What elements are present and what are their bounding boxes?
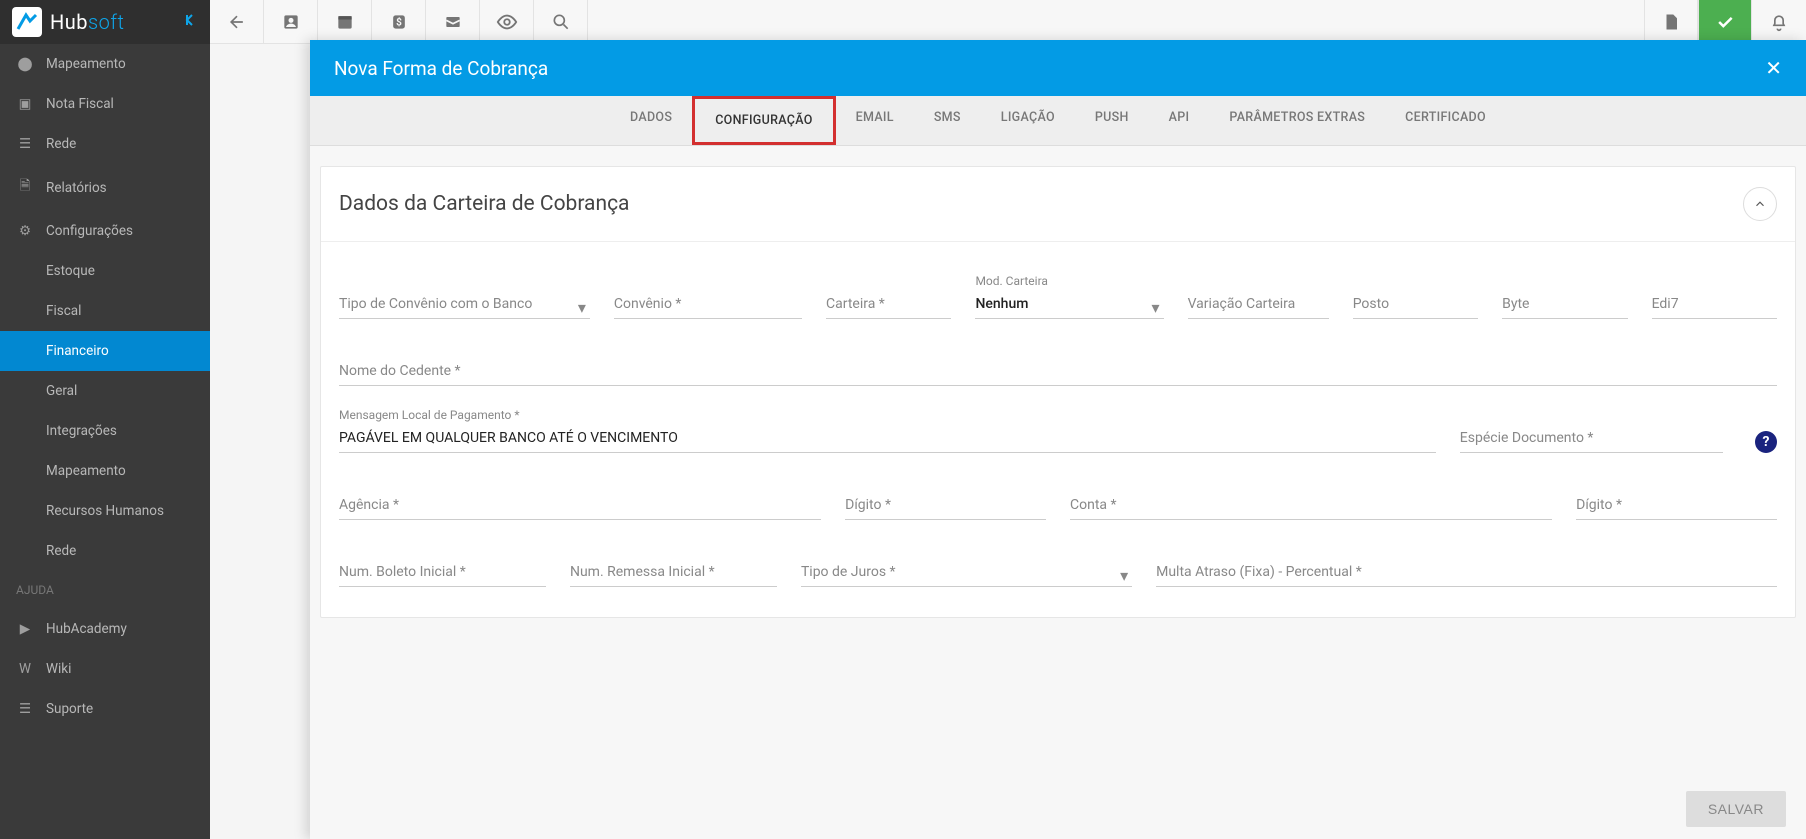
convenio-input[interactable]: Convênio * [614,290,802,319]
modal-container: Nova Forma de Cobrança ✕ DADOS CONFIGURA… [310,40,1806,839]
sidebar-item-configuracoes[interactable]: ⚙Configurações [0,211,210,251]
money-icon[interactable]: $ [372,0,426,44]
num-remessa-inicial-input[interactable]: Num. Remessa Inicial * [570,558,777,587]
variacao-carteira-input[interactable]: Variação Carteira [1188,290,1329,319]
tab-ligacao[interactable]: LIGAÇÃO [981,96,1075,145]
panel-body: Tipo de Convênio com o Banco ▾ Convênio … [321,242,1795,617]
agencia-input[interactable]: Agência * [339,491,821,520]
tab-email[interactable]: EMAIL [836,96,914,145]
sidebar-nav: ⬤Mapeamento ▣Nota Fiscal ☰Rede 🗎Relatóri… [0,44,210,839]
back-button[interactable] [210,0,264,44]
tab-dados[interactable]: DADOS [610,96,692,145]
tipo-convenio-select[interactable]: Tipo de Convênio com o Banco ▾ [339,290,590,319]
sidebar-item-relatorios[interactable]: 🗎Relatórios [0,164,210,211]
close-icon[interactable]: ✕ [1765,56,1782,80]
tab-push[interactable]: PUSH [1075,96,1149,145]
sidebar-item-rede-2[interactable]: Rede [0,531,210,571]
sidebar-item-rede[interactable]: ☰Rede [0,124,210,164]
byte-input[interactable]: Byte [1502,290,1627,319]
sidebar-item-financeiro[interactable]: Financeiro [0,331,210,371]
edi7-input[interactable]: Edi7 [1652,290,1777,319]
support-icon: ☰ [16,701,34,717]
modal-title: Nova Forma de Cobrança [334,57,548,80]
pdf-icon[interactable] [1644,0,1698,44]
save-button[interactable]: SALVAR [1686,791,1786,827]
digito-conta-input[interactable]: Dígito * [1576,491,1777,520]
tab-certificado[interactable]: CERTIFICADO [1385,96,1506,145]
help-icon[interactable]: ? [1755,431,1777,453]
sidebar-section-ajuda: AJUDA [0,571,210,609]
bars-icon: ☰ [16,136,34,152]
file-icon: ▣ [16,96,34,112]
wiki-icon: W [16,661,34,677]
mod-carteira-label: Mod. Carteira [975,274,1048,288]
num-boleto-inicial-input[interactable]: Num. Boleto Inicial * [339,558,546,587]
panel-title: Dados da Carteira de Cobrança [339,192,629,216]
tab-sms[interactable]: SMS [914,96,981,145]
sidebar-item-wiki[interactable]: WWiki [0,649,210,689]
gear-icon: ⚙ [16,223,34,239]
conta-input[interactable]: Conta * [1070,491,1552,520]
sidebar-item-recursos[interactable]: Recursos Humanos [0,491,210,531]
posto-input[interactable]: Posto [1353,290,1478,319]
mensagem-local-pagamento-input[interactable]: Mensagem Local de Pagamento * PAGÁVEL EM… [339,424,1436,453]
digito-agencia-input[interactable]: Dígito * [845,491,1046,520]
inbox-icon[interactable] [426,0,480,44]
sidebar-item-nota-fiscal[interactable]: ▣Nota Fiscal [0,84,210,124]
collapse-panel-button[interactable] [1743,187,1777,221]
sidebar-item-fiscal[interactable]: Fiscal [0,291,210,331]
search-icon[interactable] [534,0,588,44]
calendar-icon[interactable] [318,0,372,44]
sidebar-item-estoque[interactable]: Estoque [0,251,210,291]
eye-icon[interactable] [480,0,534,44]
sidebar-collapse-icon[interactable] [182,12,198,32]
mod-carteira-select[interactable]: Mod. Carteira Nenhum ▾ [975,290,1163,319]
tipo-juros-select[interactable]: Tipo de Juros * ▾ [801,558,1132,587]
sidebar-item-mapeamento-2[interactable]: Mapeamento [0,451,210,491]
nome-cedente-input[interactable]: Nome do Cedente * [339,357,1777,386]
file-lines-icon: 🗎 [16,176,34,199]
logo-bar: Hubsoft [0,0,210,44]
modal-footer: SALVAR [310,779,1806,839]
panel-carteira: Dados da Carteira de Cobrança Tipo de Co… [320,166,1796,618]
panel-area: Dados da Carteira de Cobrança Tipo de Co… [310,146,1806,779]
topbar: $ [210,0,1806,44]
especie-documento-input[interactable]: Espécie Documento * [1460,424,1723,453]
location-icon: ⬤ [16,56,34,72]
msg-local-label: Mensagem Local de Pagamento * [339,408,520,422]
bell-icon[interactable] [1752,0,1806,44]
play-icon: ▶ [16,621,34,637]
tab-api[interactable]: API [1149,96,1210,145]
sidebar-item-mapeamento[interactable]: ⬤Mapeamento [0,44,210,84]
tab-parametros-extras[interactable]: PARÂMETROS EXTRAS [1209,96,1385,145]
sidebar-item-suporte[interactable]: ☰Suporte [0,689,210,729]
status-ok-icon[interactable] [1698,0,1752,44]
sidebar: Hubsoft ⬤Mapeamento ▣Nota Fiscal ☰Rede 🗎… [0,0,210,839]
main-area: $ Nova Forma de Cobrança ✕ DADOS CONFIGU… [210,0,1806,839]
brand-logo-icon [12,7,42,37]
sidebar-item-hubacademy[interactable]: ▶HubAcademy [0,609,210,649]
account-icon[interactable] [264,0,318,44]
sidebar-item-geral[interactable]: Geral [0,371,210,411]
modal-tabs: DADOS CONFIGURAÇÃO EMAIL SMS LIGAÇÃO PUS… [310,96,1806,146]
multa-atraso-input[interactable]: Multa Atraso (Fixa) - Percentual * [1156,558,1777,587]
tab-configuracao[interactable]: CONFIGURAÇÃO [692,96,835,145]
brand-name: Hubsoft [50,10,124,34]
svg-text:$: $ [396,15,402,28]
modal-header: Nova Forma de Cobrança ✕ [310,40,1806,96]
panel-header: Dados da Carteira de Cobrança [321,167,1795,242]
sidebar-item-integracoes[interactable]: Integrações [0,411,210,451]
carteira-input[interactable]: Carteira * [826,290,951,319]
